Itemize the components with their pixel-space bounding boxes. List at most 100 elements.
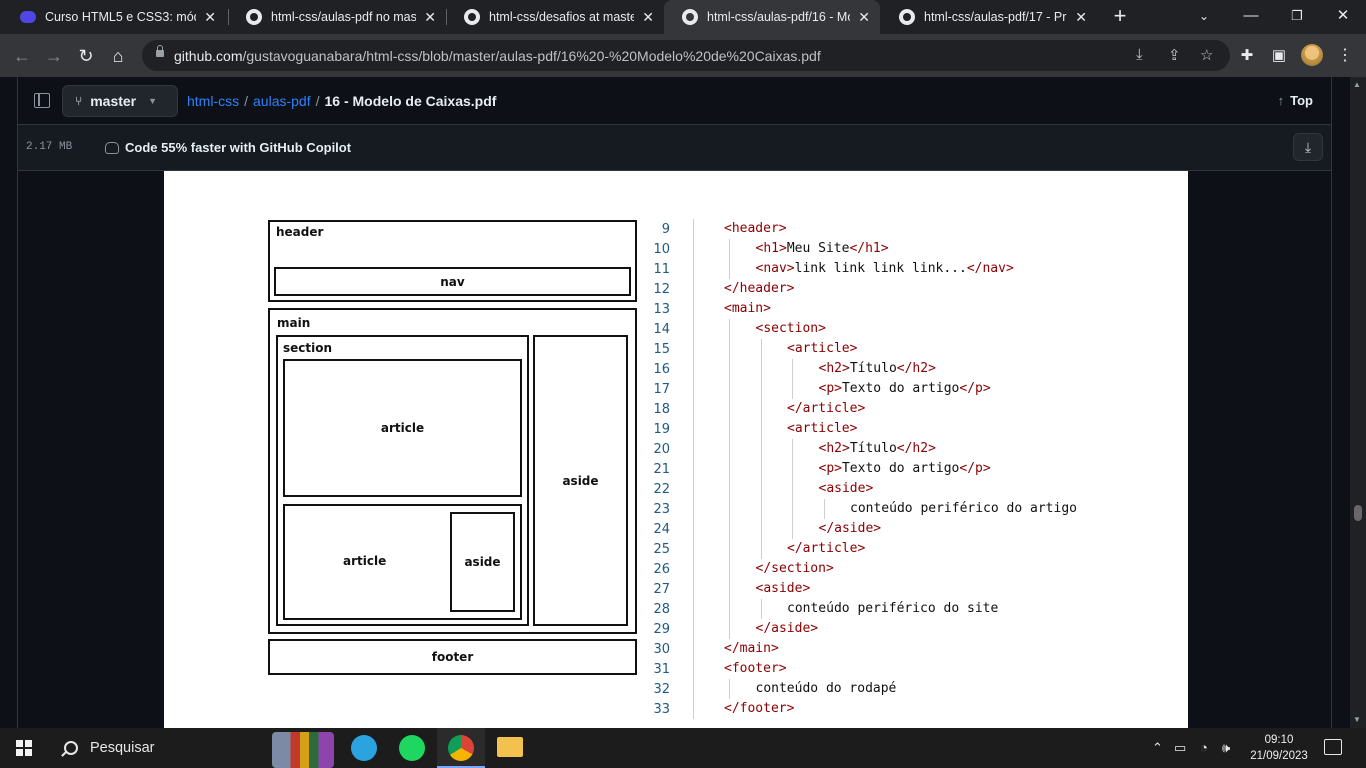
browser-tab-5[interactable]: html-css/aulas-pdf/17 - Prim ✕ <box>881 0 1097 34</box>
indent-guide <box>729 259 730 279</box>
code-text-token: conteúdo periférico do artigo <box>850 501 1077 516</box>
indent-guide <box>729 359 730 379</box>
copilot-promo-link[interactable]: Code 55% faster with GitHub Copilot <box>105 140 351 155</box>
tab-title: html-css/aulas-pdf/17 - Prim <box>924 10 1068 24</box>
back-arrow-icon[interactable]: ← <box>9 43 35 69</box>
install-app-icon[interactable]: ⤓ <box>1136 46 1143 63</box>
code-text-token: conteúdo periférico do site <box>787 601 999 616</box>
widgets-books-icon[interactable] <box>272 732 334 768</box>
indent-guide <box>760 419 762 439</box>
tab-title: html-css/aulas-pdf no master <box>271 10 417 24</box>
volume-icon[interactable]: 🕪 <box>1222 740 1230 756</box>
line-number: 18 <box>653 402 670 417</box>
diagram-article-box-top: article <box>283 359 522 497</box>
tab-title: html-css/aulas-pdf/16 - Mod <box>707 10 851 24</box>
top-button[interactable]: ↑ Top <box>1278 93 1313 108</box>
indent-guide <box>729 419 730 439</box>
page-scrollbar[interactable]: ▲ ▼ <box>1350 77 1366 728</box>
html-tag-token: </article> <box>787 401 866 416</box>
share-icon[interactable]: ⇪ <box>1168 46 1181 64</box>
taskbar-clock[interactable]: 09:10 21/09/2023 <box>1248 732 1310 764</box>
tray-chevron-up-icon[interactable]: ⌃ <box>1152 740 1163 756</box>
profile-avatar[interactable] <box>1301 44 1323 66</box>
home-icon[interactable]: ⌂ <box>105 43 131 69</box>
browser-menu-icon[interactable]: ⋮ <box>1337 45 1353 65</box>
html-tag-token: </h2> <box>896 441 936 456</box>
code-line: </article> <box>787 401 865 416</box>
close-icon[interactable]: ✕ <box>642 9 654 26</box>
line-number: 32 <box>653 682 670 697</box>
code-gutter-line <box>693 219 694 719</box>
browser-tab-2[interactable]: html-css/aulas-pdf no master ✕ <box>228 0 446 34</box>
html-tag-token: <section> <box>755 321 826 336</box>
reload-icon[interactable]: ↻ <box>73 43 99 69</box>
html-tag-token: <article> <box>787 341 858 356</box>
address-bar[interactable]: github.com/gustavoguanabara/html-css/blo… <box>142 40 1230 71</box>
taskbar-chrome-active[interactable] <box>437 728 485 768</box>
diagram-main-box: main section article article aside aside <box>268 308 637 634</box>
browser-toolbar: ← → ↻ ⌂ github.com/gustavoguanabara/html… <box>0 34 1366 77</box>
bookmark-star-icon[interactable]: ☆ <box>1200 46 1213 64</box>
indent-guide <box>729 559 730 579</box>
window-close-icon[interactable]: ✕ <box>1320 0 1366 34</box>
breadcrumb-repo-link[interactable]: html-css <box>187 93 239 109</box>
diagram-footer-box: footer <box>268 639 637 675</box>
new-tab-plus-icon[interactable]: + <box>1108 4 1132 28</box>
code-line: <aside> <box>819 481 874 496</box>
html-tag-token: <nav> <box>755 261 795 276</box>
diagram-label-footer: footer <box>431 650 474 664</box>
diagram-aside-right-box: aside <box>533 335 628 626</box>
code-text-token: Texto do artigo <box>841 381 960 396</box>
url-host: github.com <box>174 48 243 64</box>
windows-start-icon[interactable] <box>16 740 32 756</box>
indent-guide <box>792 359 793 379</box>
line-number: 15 <box>653 342 670 357</box>
notifications-icon[interactable] <box>1324 739 1342 755</box>
close-icon[interactable]: ✕ <box>424 9 436 26</box>
branch-selector-button[interactable]: ⑂ master ▼ <box>62 85 178 117</box>
forward-arrow-icon[interactable]: → <box>41 43 67 69</box>
extensions-puzzle-icon[interactable]: ✚ <box>1237 46 1257 64</box>
scroll-down-arrow-icon[interactable]: ▼ <box>1353 715 1361 724</box>
line-number: 22 <box>653 482 670 497</box>
download-button[interactable]: ⤓ <box>1293 133 1323 161</box>
close-icon[interactable]: ✕ <box>858 9 870 26</box>
telegram-icon[interactable] <box>351 735 377 761</box>
close-icon[interactable]: ✕ <box>204 9 216 26</box>
tab-search-chevron-icon[interactable]: ⌄ <box>1181 0 1227 34</box>
scrollbar-thumb[interactable] <box>1354 505 1362 521</box>
code-line: <h2>Título</h2> <box>819 361 936 376</box>
sidebar-toggle-icon[interactable] <box>34 93 50 108</box>
indent-guide <box>729 619 730 639</box>
taskbar-search[interactable]: Pesquisar <box>48 728 263 768</box>
spotify-icon[interactable] <box>399 735 425 761</box>
browser-tab-1[interactable]: Curso HTML5 e CSS3: módulo ✕ <box>2 0 226 34</box>
url-path: /gustavoguanabara/html-css/blob/master/a… <box>242 48 821 64</box>
html-tag-token: </header> <box>724 281 795 296</box>
restore-icon[interactable]: ❐ <box>1274 0 1320 34</box>
line-number: 21 <box>653 462 670 477</box>
line-number: 24 <box>653 522 670 537</box>
breadcrumb-folder-link[interactable]: aulas-pdf <box>253 93 311 109</box>
indent-guide <box>729 579 730 599</box>
indent-guide <box>760 519 762 539</box>
html-tag-token: </p> <box>959 461 991 476</box>
tab-title: html-css/desafios at master <box>489 10 635 24</box>
diagram-section-box: section article article aside <box>276 335 529 626</box>
scroll-up-arrow-icon[interactable]: ▲ <box>1353 80 1361 89</box>
file-explorer-icon[interactable] <box>497 737 523 757</box>
battery-icon[interactable]: ▭ <box>1174 740 1186 756</box>
indent-guide <box>729 539 730 559</box>
indent-guide <box>729 339 730 359</box>
browser-tab-3[interactable]: html-css/desafios at master ✕ <box>446 0 664 34</box>
close-icon[interactable]: ✕ <box>1075 9 1087 26</box>
browser-tab-4-active[interactable]: html-css/aulas-pdf/16 - Mod ✕ <box>664 0 880 34</box>
code-line: <h2>Título</h2> <box>819 441 936 456</box>
wifi-icon[interactable]: ◔ <box>1200 740 1208 755</box>
side-panel-icon[interactable]: ▣ <box>1269 46 1289 64</box>
code-line: conteúdo periférico do site <box>787 601 998 616</box>
url-text[interactable]: github.com/gustavoguanabara/html-css/blo… <box>174 48 821 64</box>
html-tag-token: </section> <box>755 561 834 576</box>
indent-guide <box>729 379 730 399</box>
minimize-icon[interactable]: — <box>1228 0 1274 34</box>
